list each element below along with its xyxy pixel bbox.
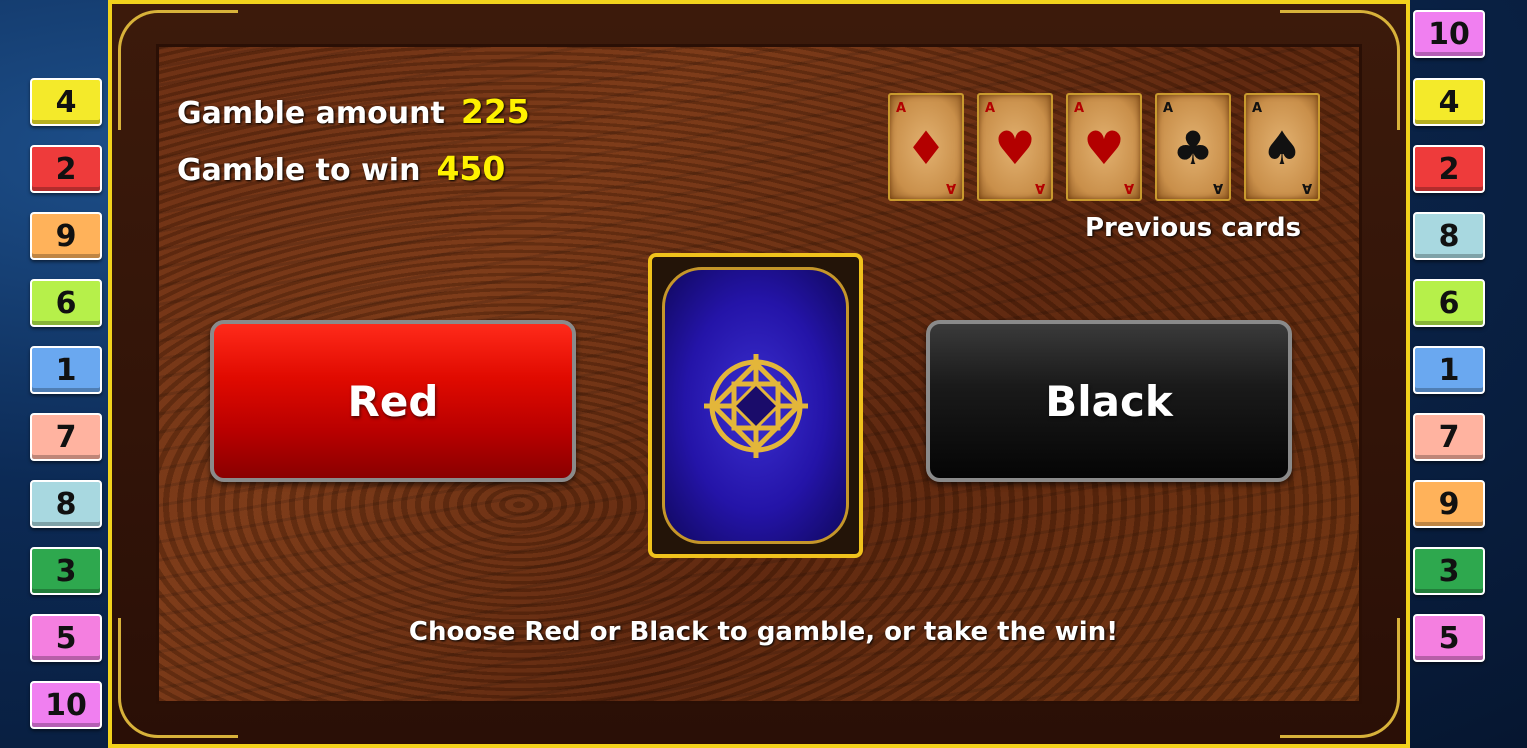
celtic-knot-icon xyxy=(703,353,808,458)
card-rank: A xyxy=(945,180,956,195)
instruction-message: Choose Red or Black to gamble, or take t… xyxy=(408,617,1119,647)
right-line-badge[interactable]: 3 xyxy=(1413,547,1485,595)
gamble-amount-label: Gamble amount xyxy=(177,96,445,131)
right-line-badge[interactable]: 1 xyxy=(1413,346,1485,394)
card-rank: A xyxy=(1163,101,1174,116)
right-line-badge[interactable]: 8 xyxy=(1413,212,1485,260)
left-line-badge[interactable]: 1 xyxy=(30,346,102,394)
previous-cards-label: Previous cards xyxy=(1085,213,1302,243)
left-line-badge[interactable]: 4 xyxy=(30,78,102,126)
card-rank: A xyxy=(985,101,996,116)
face-down-card xyxy=(648,253,863,558)
hearts-suit-icon: ♥ xyxy=(994,121,1036,175)
black-button[interactable]: Black xyxy=(926,320,1292,482)
card-rank: A xyxy=(896,101,907,116)
card-rank: A xyxy=(1301,180,1312,195)
card-rank: A xyxy=(1034,180,1045,195)
hearts-suit-icon: ♥ xyxy=(1083,121,1125,175)
gamble-to-win: Gamble to win 450 xyxy=(177,149,505,188)
left-line-badge[interactable]: 6 xyxy=(30,279,102,327)
left-line-badge[interactable]: 8 xyxy=(30,480,102,528)
right-line-badge[interactable]: 2 xyxy=(1413,145,1485,193)
left-line-badge[interactable]: 2 xyxy=(30,145,102,193)
red-button[interactable]: Red xyxy=(210,320,576,482)
right-line-badge[interactable]: 4 xyxy=(1413,78,1485,126)
left-line-badge[interactable]: 3 xyxy=(30,547,102,595)
card-rank: A xyxy=(1123,180,1134,195)
clubs-suit-icon: ♣ xyxy=(1172,121,1214,175)
right-line-badge[interactable]: 6 xyxy=(1413,279,1485,327)
previous-card: A ♠ A xyxy=(1244,93,1320,201)
card-rank: A xyxy=(1212,180,1223,195)
previous-card: A ♣ A xyxy=(1155,93,1231,201)
previous-card: A ♥ A xyxy=(977,93,1053,201)
diamonds-suit-icon: ♦ xyxy=(905,121,947,175)
gamble-to-win-label: Gamble to win xyxy=(177,153,421,188)
card-rank: A xyxy=(1252,101,1263,116)
card-rank: A xyxy=(1074,101,1085,116)
left-line-badge[interactable]: 9 xyxy=(30,212,102,260)
previous-cards: A ♦ A A ♥ A A ♥ A A ♣ A A ♠ A xyxy=(888,93,1322,203)
previous-card: A ♥ A xyxy=(1066,93,1142,201)
gamble-to-win-value: 450 xyxy=(436,149,506,188)
left-line-badge[interactable]: 10 xyxy=(30,681,102,729)
spades-suit-icon: ♠ xyxy=(1261,121,1303,175)
gamble-amount: Gamble amount 225 xyxy=(177,92,530,131)
previous-card: A ♦ A xyxy=(888,93,964,201)
right-line-badge[interactable]: 10 xyxy=(1413,10,1485,58)
right-line-badge[interactable]: 7 xyxy=(1413,413,1485,461)
gamble-amount-value: 225 xyxy=(460,92,530,131)
card-back xyxy=(662,267,849,544)
right-line-badge[interactable]: 9 xyxy=(1413,480,1485,528)
left-line-badge[interactable]: 7 xyxy=(30,413,102,461)
